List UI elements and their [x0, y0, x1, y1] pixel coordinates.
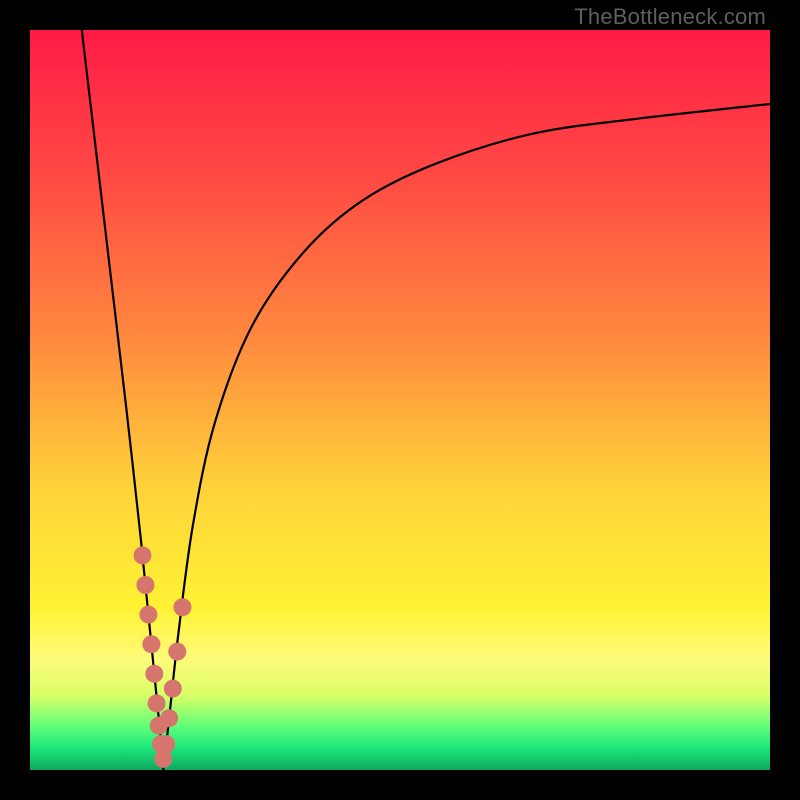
- marker-dot: [139, 606, 157, 624]
- marker-dot: [145, 665, 163, 683]
- marker-dot: [133, 546, 151, 564]
- marker-dot: [173, 598, 191, 616]
- outer-frame: TheBottleneck.com: [0, 0, 800, 800]
- marker-dot: [168, 643, 186, 661]
- marker-dot: [157, 735, 175, 753]
- marker-dot: [164, 680, 182, 698]
- right-curve: [163, 104, 770, 770]
- curves-layer: [30, 30, 770, 770]
- marker-dot: [142, 635, 160, 653]
- salmon-dots: [133, 546, 191, 768]
- marker-dot: [148, 694, 166, 712]
- marker-dot: [160, 709, 178, 727]
- left-curve: [82, 30, 163, 770]
- marker-dot: [136, 576, 154, 594]
- plot-area: [30, 30, 770, 770]
- watermark-text: TheBottleneck.com: [574, 4, 766, 30]
- marker-dot: [154, 750, 172, 768]
